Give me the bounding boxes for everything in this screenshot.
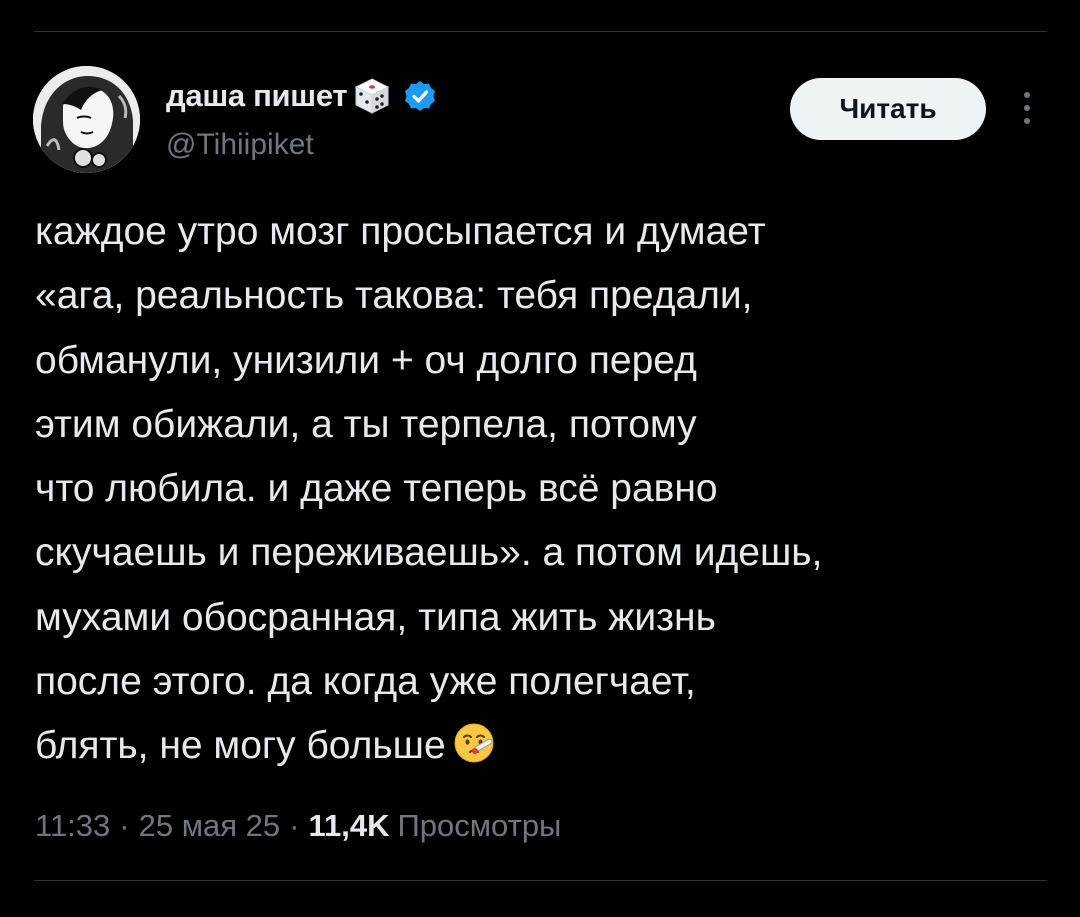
tweet-line: обманули, унизили + оч долго перед (35, 338, 697, 382)
verified-badge-icon (403, 79, 437, 113)
top-divider (34, 31, 1047, 32)
face-with-thermometer-icon (452, 721, 496, 765)
display-name[interactable]: даша пишет (166, 78, 348, 114)
tweet-date[interactable]: 25 мая 25 (139, 808, 281, 844)
views-label[interactable]: Просмотры (397, 808, 561, 844)
views-count[interactable]: 11,4K (308, 808, 389, 844)
tweet-line: каждое утро мозг просыпается и думает (35, 210, 766, 253)
tweet-line: что любила. и даже теперь всё равно (35, 467, 718, 511)
tweet-line: этим обижали, а ты терпела, потому (35, 402, 697, 446)
tweet-line: «ага, реальность такова: тебя предали, (35, 274, 753, 318)
tweet-time[interactable]: 11:33 (35, 808, 110, 844)
dice-icon (351, 75, 393, 117)
meta-separator: · (289, 808, 300, 843)
tweet-line: после этого. да когда уже полегчает, (35, 660, 696, 704)
tweet-line: скучаешь и переживаешь». а потом идешь, (35, 531, 823, 575)
tweet-meta: 11:33 · 25 мая 25 · 11,4K Просмотры (35, 804, 561, 848)
avatar[interactable] (33, 66, 140, 173)
tweet-line: мухами обосранная, типа жить жизнь (35, 595, 716, 639)
tweet-line-last: блять, не могу больше (35, 714, 1045, 778)
bottom-divider (34, 880, 1047, 881)
tweet-line-text: блять, не могу больше (35, 724, 446, 768)
follow-button[interactable]: Читать (790, 78, 986, 140)
more-vertical-icon[interactable] (1012, 88, 1042, 128)
avatar-illustration (33, 66, 140, 173)
meta-separator: · (119, 808, 130, 843)
tweet-text: каждое утро мозг просыпается и думает «а… (35, 200, 1045, 779)
user-name-row[interactable]: даша пишет (166, 76, 437, 116)
user-handle[interactable]: @Tihiipiket (166, 128, 314, 162)
